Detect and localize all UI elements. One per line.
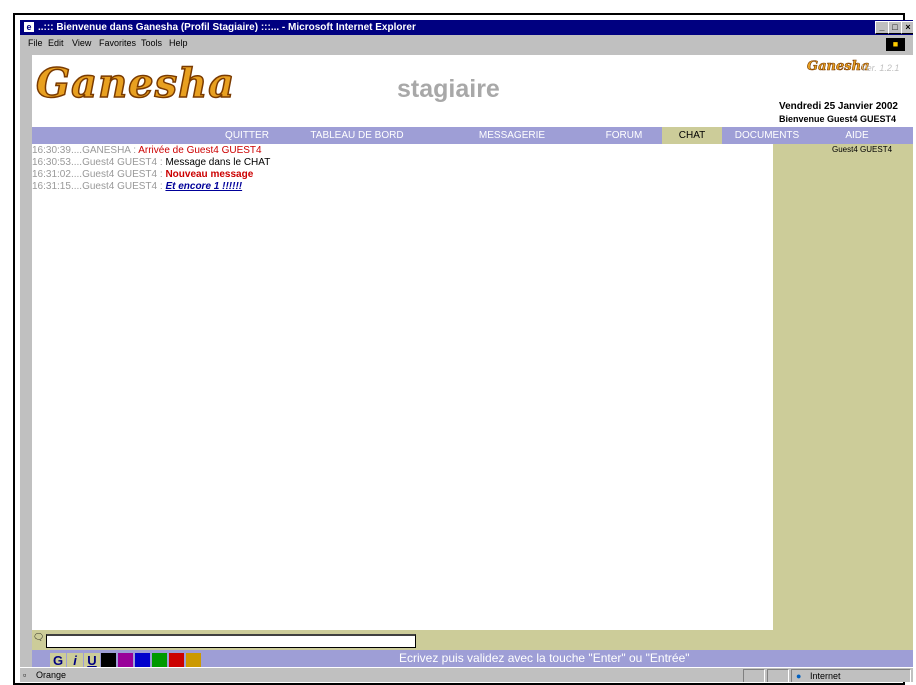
date-label: Vendredi 25 Janvier 2002: [779, 101, 898, 112]
nav-messagerie[interactable]: MESSAGERIE: [472, 127, 552, 144]
maximize-button[interactable]: □: [888, 21, 902, 34]
color-black-swatch[interactable]: [101, 653, 116, 668]
message-author: Guest4 GUEST4: [82, 181, 158, 192]
chat-message: 16:30:53....Guest4 GUEST4 : Message dans…: [32, 157, 270, 169]
message-author: Guest4 GUEST4: [82, 169, 158, 180]
message-dots: ....: [70, 157, 83, 168]
version-label: Ver. 1.2.1: [861, 63, 900, 73]
ganesha-logo: Ganesha: [35, 59, 236, 108]
color-red-swatch[interactable]: [169, 653, 184, 668]
bold-button[interactable]: G: [50, 653, 66, 668]
nav-quitter[interactable]: QUITTER: [217, 127, 277, 144]
color-green-swatch[interactable]: [152, 653, 167, 668]
chat-log: 16:30:39....GANESHA : Arrivée de Guest4 …: [32, 144, 773, 630]
message-text: Arrivée de Guest4 GUEST4: [138, 145, 262, 156]
message-dots: ....: [70, 145, 83, 156]
globe-icon: ●: [796, 671, 802, 681]
zone-cell: ● Internet: [791, 669, 911, 682]
menu-edit[interactable]: Edit: [48, 35, 64, 52]
message-text: Nouveau message: [165, 169, 254, 180]
web-page: Ganesha stagiaire Ganesha Ver. 1.2.1 Ven…: [32, 55, 913, 673]
ie-icon: e: [24, 22, 34, 32]
message-dots: ....: [70, 169, 83, 180]
message-dots: ....: [70, 181, 83, 192]
message-time: 16:30:39: [32, 145, 71, 156]
chat-message: 16:31:15....Guest4 GUEST4 : Et encore 1 …: [32, 181, 242, 193]
chat-message: 16:30:39....GANESHA : Arrivée de Guest4 …: [32, 145, 262, 157]
speech-bubble-icon: 🗨: [33, 632, 45, 642]
menu-help[interactable]: Help: [169, 35, 188, 52]
italic-button[interactable]: i: [67, 653, 83, 668]
chat-message: 16:31:02....Guest4 GUEST4 : Nouveau mess…: [32, 169, 253, 181]
title-bar: e ..::: Bienvenue dans Ganesha (Profil S…: [20, 20, 913, 35]
menu-view[interactable]: View: [72, 35, 91, 52]
nav-chat[interactable]: CHAT: [662, 127, 722, 144]
status-cell: [767, 669, 789, 682]
browser-window: e ..::: Bienvenue dans Ganesha (Profil S…: [20, 20, 913, 682]
message-time: 16:31:15: [32, 181, 71, 192]
chat-message-input[interactable]: [46, 634, 416, 648]
message-time: 16:30:53: [32, 157, 71, 168]
nav-documents[interactable]: DOCUMENTS: [732, 127, 802, 144]
nav-tableau-de-bord[interactable]: TABLEAU DE BORD: [307, 127, 407, 144]
message-text: Message dans le CHAT: [165, 157, 271, 168]
nav-aide[interactable]: AIDE: [832, 127, 882, 144]
color-gold-swatch[interactable]: [186, 653, 201, 668]
menu-file[interactable]: File: [28, 35, 43, 52]
close-button[interactable]: ×: [901, 21, 913, 34]
status-bar: ▫ Orange ● Internet: [20, 667, 913, 682]
color-blue-swatch[interactable]: [135, 653, 150, 668]
message-author: Guest4 GUEST4: [82, 157, 158, 168]
zone-label: Internet: [810, 671, 841, 681]
page-icon: ▫: [23, 670, 27, 680]
windows-logo-icon: ■: [886, 38, 905, 51]
window-title: ..::: Bienvenue dans Ganesha (Profil Sta…: [38, 22, 416, 33]
main-nav: QUITTER TABLEAU DE BORD MESSAGERIE FORUM…: [32, 127, 913, 144]
color-purple-swatch[interactable]: [118, 653, 133, 668]
underline-button[interactable]: U: [84, 653, 100, 668]
message-author: GANESHA: [82, 145, 131, 156]
welcome-label: Bienvenue Guest4 GUEST4: [779, 114, 897, 124]
user-list-panel: [773, 144, 913, 630]
status-cell: [743, 669, 765, 682]
menu-tools[interactable]: Tools: [141, 35, 162, 52]
input-bar: 🗨: [32, 630, 913, 650]
input-hint: Ecrivez puis validez avec la touche "Ent…: [399, 651, 690, 665]
message-time: 16:31:02: [32, 169, 71, 180]
message-text: Et encore 1 !!!!!!: [165, 181, 243, 192]
status-text: Orange: [36, 670, 67, 680]
online-user[interactable]: Guest4 GUEST4: [832, 145, 892, 154]
minimize-button[interactable]: _: [875, 21, 889, 34]
nav-forum[interactable]: FORUM: [599, 127, 649, 144]
menu-favorites[interactable]: Favorites: [99, 35, 136, 52]
profile-label: stagiaire: [397, 75, 500, 103]
menu-bar: File Edit View Favorites Tools Help: [20, 35, 913, 52]
